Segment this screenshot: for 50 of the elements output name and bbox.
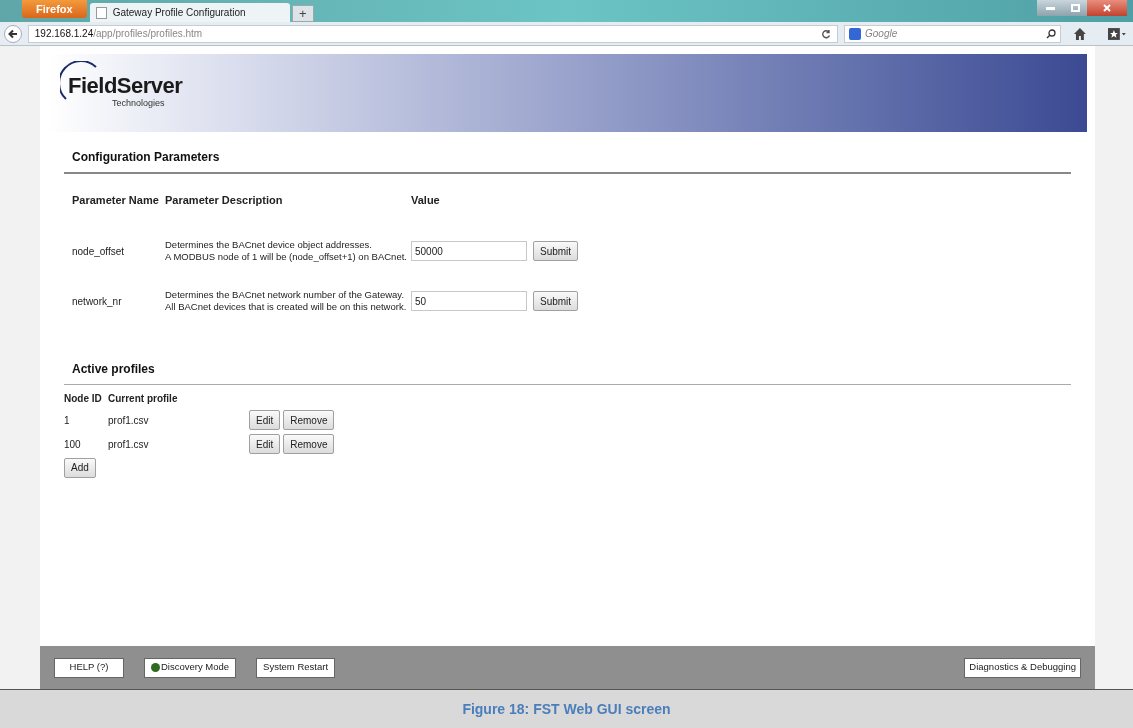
url-text: 192.168.1.24/app/profiles/profiles.htm [34,27,203,41]
page-icon [95,6,107,19]
column-header: Node ID [64,392,103,406]
address-bar[interactable]: 192.168.1.24/app/profiles/profiles.htm [27,24,838,43]
parameter-description: Determines the BACnet device object addresses. A MODBUS node of 1 will be (node_offset+1) on BACnet. [165,239,408,263]
search-bar[interactable]: Google [844,24,1062,43]
logo-subtitle: Technologies [112,97,166,111]
column-header: Value [411,193,441,208]
back-arrow-icon [7,28,18,39]
section-heading: Active profiles [71,361,156,378]
browser-tab[interactable]: Gateway Profile Configuration [89,3,290,22]
logo-name: FieldServer [68,75,183,98]
section-heading: Configuration Parameters [71,149,221,166]
column-header: Parameter Description [165,193,284,208]
parameter-name: network_nr [72,294,123,309]
diagnostics-button[interactable]: Diagnostics & Debugging [964,657,1081,678]
parameter-name: node_offset [72,244,126,259]
add-button[interactable]: Add [64,457,96,478]
profile-name: prof1.csv [108,413,150,428]
node-id: 100 [64,437,82,452]
submit-button[interactable]: Submit [533,241,579,261]
search-engine-icon [849,27,861,40]
search-field[interactable]: Google [865,26,1043,41]
column-header: Parameter Name [72,193,160,208]
value-input[interactable]: 50000 [411,241,527,261]
home-icon[interactable] [1073,26,1088,41]
footer-button[interactable]: System Restart [256,657,336,678]
remove-button[interactable]: Remove [283,434,335,454]
node-id: 1 [64,413,71,428]
bookmarks-icon[interactable] [1107,26,1127,41]
close-button[interactable] [1087,0,1127,16]
minimize-button[interactable] [1037,0,1063,16]
parameter-description: Determines the BACnet network number of the Gateway. All BACnet devices that is created will be on this network. [165,289,408,313]
remove-button[interactable]: Remove [283,410,335,430]
maximize-button[interactable] [1063,0,1087,16]
edit-button[interactable]: Edit [249,434,281,454]
tab-title: Gateway Profile Configuration [112,6,246,20]
close-icon [1103,4,1111,12]
back-button[interactable] [4,24,22,43]
new-tab-button[interactable]: + [291,5,314,22]
profile-name: prof1.csv [108,437,150,452]
figure-caption: Figure 18: FST Web GUI screen [462,699,671,719]
footer-button[interactable]: HELP (?) [54,657,124,678]
search-icon [1046,28,1057,39]
edit-button[interactable]: Edit [249,410,281,430]
submit-button[interactable]: Submit [533,291,579,311]
value-input[interactable]: 50 [411,291,527,311]
column-header: Current profile [108,392,179,406]
footer-button[interactable]: Discovery Mode [144,657,237,678]
reload-icon[interactable] [821,28,831,39]
